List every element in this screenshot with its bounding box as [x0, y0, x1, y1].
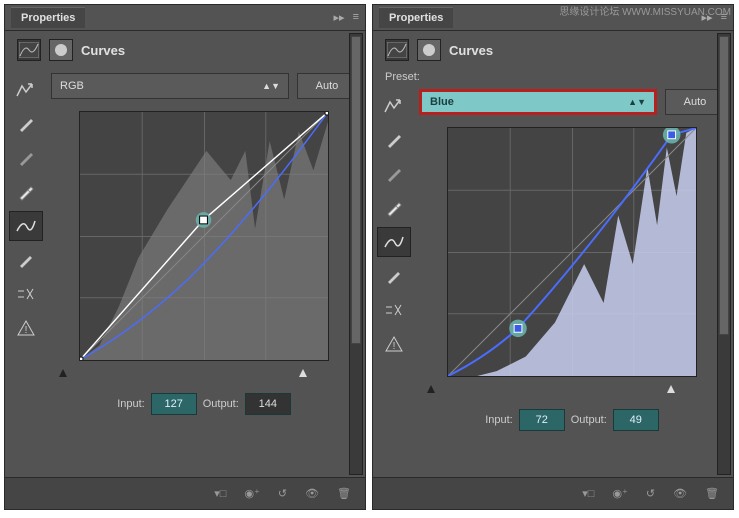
panel-header: Properties ▸▸ ≡ [5, 5, 365, 31]
adjustment-type-icon[interactable] [385, 39, 409, 61]
visibility-icon[interactable]: 👁 [673, 487, 687, 500]
reset-icon[interactable]: ↺ [646, 487, 655, 500]
output-field[interactable]: 144 [245, 393, 291, 415]
adjustment-name: Curves [81, 43, 125, 58]
adjustment-name: Curves [449, 43, 493, 58]
trash-icon[interactable]: 🗑 [337, 487, 351, 500]
reset-icon[interactable]: ↺ [278, 487, 287, 500]
draw-curve-icon[interactable] [9, 211, 43, 241]
clip-to-layer-icon[interactable]: ▾□ [214, 487, 226, 500]
view-previous-icon[interactable]: ◉⁺ [244, 487, 259, 500]
panel-scrollbar[interactable] [717, 33, 731, 475]
eyedropper-gray-icon[interactable] [9, 143, 43, 173]
menu-icon[interactable]: ≡ [353, 11, 359, 24]
trash-icon[interactable]: 🗑 [705, 487, 719, 500]
target-adjust-icon[interactable] [377, 91, 411, 121]
panel-scrollbar[interactable] [349, 33, 363, 475]
svg-text:!: ! [25, 325, 28, 336]
smooth-icon[interactable] [377, 295, 411, 325]
dropdown-arrows-icon: ▲▼ [262, 81, 280, 91]
mask-icon[interactable] [417, 39, 441, 61]
mask-icon[interactable] [49, 39, 73, 61]
output-field[interactable]: 49 [613, 409, 659, 431]
input-label: Input: [485, 414, 513, 426]
channel-value: RGB [60, 80, 84, 92]
eyedropper-black-icon[interactable] [377, 125, 411, 155]
visibility-icon[interactable]: 👁 [305, 487, 319, 500]
eyedropper-white-icon[interactable] [377, 193, 411, 223]
auto-button[interactable]: Auto [665, 89, 725, 115]
curves-graph[interactable] [79, 111, 329, 361]
panel-title-tab[interactable]: Properties [11, 7, 85, 28]
curves-toolbar: ! [377, 89, 419, 473]
panel-footer: ▾□ ◉⁺ ↺ 👁 🗑 [5, 477, 365, 509]
curves-toolbar: ! [9, 73, 51, 473]
output-label: Output: [203, 398, 239, 410]
curves-graph[interactable] [447, 127, 697, 377]
pencil-icon[interactable] [377, 261, 411, 291]
properties-panel-right: Properties ▸▸ ≡ Curves Preset: ! [372, 4, 734, 510]
clip-to-layer-icon[interactable]: ▾□ [582, 487, 594, 500]
channel-value: Blue [430, 96, 454, 108]
channel-dropdown[interactable]: Blue ▲▼ [419, 89, 657, 115]
eyedropper-white-icon[interactable] [9, 177, 43, 207]
eyedropper-black-icon[interactable] [9, 109, 43, 139]
view-previous-icon[interactable]: ◉⁺ [612, 487, 627, 500]
adjustment-type-icon[interactable] [17, 39, 41, 61]
input-field[interactable]: 127 [151, 393, 197, 415]
output-label: Output: [571, 414, 607, 426]
svg-text:!: ! [393, 341, 396, 352]
preset-label: Preset: [373, 69, 733, 85]
pencil-icon[interactable] [9, 245, 43, 275]
eyedropper-gray-icon[interactable] [377, 159, 411, 189]
collapse-icon[interactable]: ▸▸ [334, 11, 345, 24]
channel-dropdown[interactable]: RGB ▲▼ [51, 73, 289, 99]
input-field[interactable]: 72 [519, 409, 565, 431]
panel-title-tab[interactable]: Properties [379, 7, 453, 28]
properties-panel-left: Properties ▸▸ ≡ Curves ! RGB [4, 4, 366, 510]
input-label: Input: [117, 398, 145, 410]
clip-warning-icon[interactable]: ! [377, 329, 411, 359]
auto-button[interactable]: Auto [297, 73, 357, 99]
panel-footer: ▾□ ◉⁺ ↺ 👁 🗑 [373, 477, 733, 509]
smooth-icon[interactable] [9, 279, 43, 309]
watermark-text: 思缘设计论坛 WWW.MISSYUAN.COM [559, 3, 731, 18]
target-adjust-icon[interactable] [9, 75, 43, 105]
dropdown-arrows-icon: ▲▼ [628, 97, 646, 107]
clip-warning-icon[interactable]: ! [9, 313, 43, 343]
draw-curve-icon[interactable] [377, 227, 411, 257]
